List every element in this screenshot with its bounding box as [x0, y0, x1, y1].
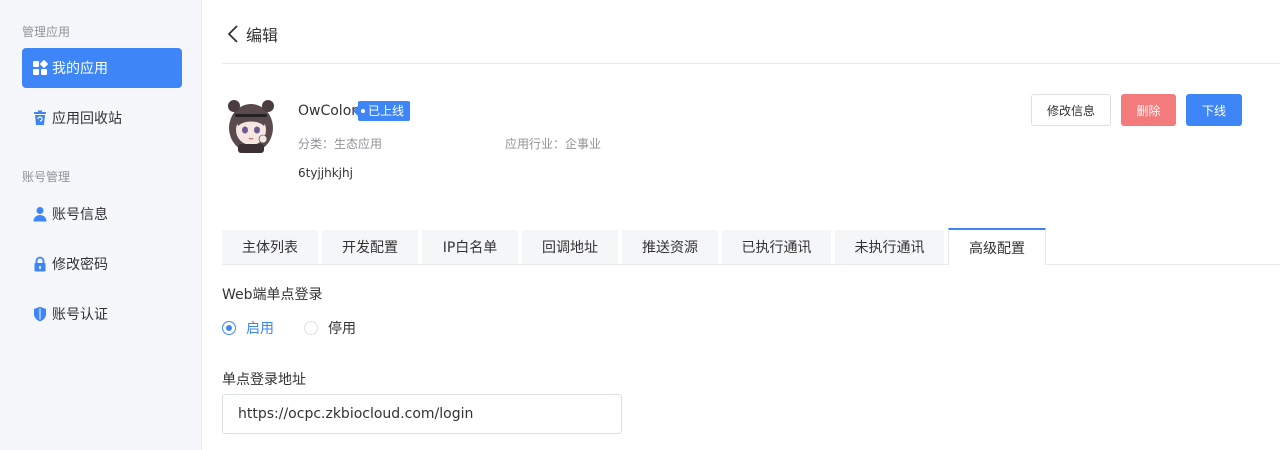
tab-entity-list[interactable]: 主体列表: [222, 230, 318, 264]
grid-icon: [32, 60, 48, 76]
lock-icon: [32, 256, 48, 272]
app-name: OwColor: [298, 103, 358, 119]
sso-disable-radio[interactable]: 停用: [304, 318, 356, 338]
sidebar-item-recycle-bin[interactable]: 应用回收站: [22, 98, 182, 138]
recycle-bin-icon: [32, 110, 48, 126]
user-icon: [32, 206, 48, 222]
sidebar: 管理应用 我的应用 应用回收站 账号管理 账号信息 修改密码 账号认证: [0, 0, 202, 450]
sidebar-item-change-password[interactable]: 修改密码: [22, 244, 182, 284]
radio-checked-icon: [222, 321, 236, 335]
app-avatar: [228, 100, 274, 153]
sidebar-item-label: 我的应用: [52, 61, 108, 77]
app-id: 6tyjjhkjhj: [298, 166, 353, 180]
sidebar-item-my-apps[interactable]: 我的应用: [22, 48, 182, 88]
shield-icon: [32, 306, 48, 322]
sidebar-item-label: 账号信息: [52, 207, 108, 223]
sidebar-item-account-info[interactable]: 账号信息: [22, 194, 182, 234]
tab-pending-comms[interactable]: 未执行通讯: [835, 230, 944, 264]
sidebar-item-label: 修改密码: [52, 257, 108, 273]
chevron-left-icon: [227, 25, 238, 43]
sidebar-item-label: 账号认证: [52, 307, 108, 323]
status-badge: 已上线: [352, 101, 411, 121]
tab-dev-config[interactable]: 开发配置: [322, 230, 418, 264]
sidebar-item-label: 应用回收站: [52, 111, 122, 127]
tab-executed-comms[interactable]: 已执行通讯: [722, 230, 831, 264]
sso-url-label: 单点登录地址: [222, 372, 306, 388]
sso-enable-radio[interactable]: 启用: [222, 318, 274, 338]
sso-radio-group: 启用 停用: [222, 318, 386, 338]
page-title: 编辑: [246, 26, 279, 45]
tab-push-resources[interactable]: 推送资源: [622, 230, 718, 264]
sso-url-input[interactable]: [222, 394, 622, 434]
offline-button[interactable]: 下线: [1186, 94, 1242, 126]
app-industry: 应用行业：企事业: [505, 137, 602, 151]
sso-label: Web端单点登录: [222, 287, 323, 303]
tab-ip-whitelist[interactable]: IP白名单: [422, 230, 518, 264]
main-content: 编辑 OwColor 已上线 分类：生态应用 应用行业：企事业 6tyjjhkj…: [202, 0, 1280, 450]
sidebar-item-account-verification[interactable]: 账号认证: [22, 294, 182, 334]
back-button[interactable]: 编辑: [226, 22, 278, 46]
tab-advanced-config[interactable]: 高级配置: [948, 228, 1046, 265]
sidebar-group-account: 账号管理: [22, 170, 71, 184]
radio-unchecked-icon: [304, 321, 318, 335]
header-divider: [222, 63, 1280, 64]
tab-bar: 主体列表 开发配置 IP白名单 回调地址 推送资源 已执行通讯 未执行通讯 高级…: [222, 228, 1280, 265]
sidebar-group-apps: 管理应用: [22, 25, 71, 39]
delete-button[interactable]: 删除: [1121, 94, 1176, 126]
tab-callback-url[interactable]: 回调地址: [522, 230, 618, 264]
app-category: 分类：生态应用: [298, 137, 383, 151]
edit-info-button[interactable]: 修改信息: [1031, 94, 1111, 126]
